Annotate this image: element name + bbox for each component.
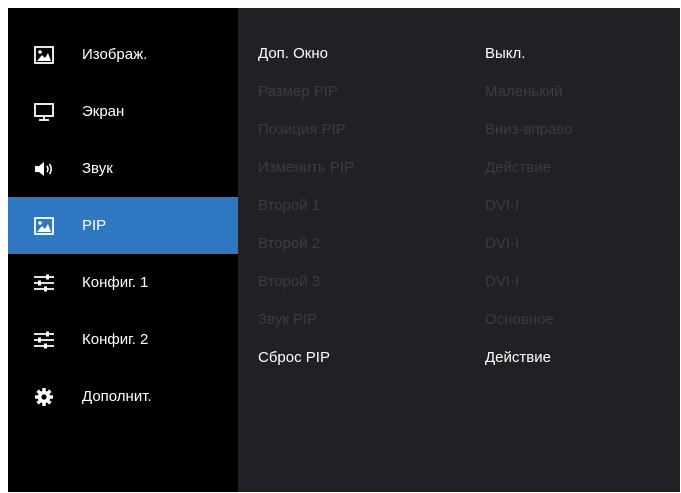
sidebar-item-sound[interactable]: Звук: [8, 140, 238, 197]
setting-row-pip-mode[interactable]: Доп. Окно Выкл.: [238, 34, 680, 72]
setting-value: Выкл.: [485, 44, 526, 62]
setting-row-pip-size: Размер PIP Маленький: [238, 72, 680, 110]
setting-row-pip-reset[interactable]: Сброс PIP Действие: [238, 338, 680, 376]
setting-row-pip-change: Изменить PIP Действие: [238, 148, 680, 186]
sidebar-item-config-2[interactable]: Конфиг. 2: [8, 311, 238, 368]
sidebar-item-label: Конфиг. 1: [82, 274, 149, 291]
setting-label: Сброс PIP: [258, 348, 330, 366]
setting-row-second-1: Второй 1 DVI-I: [238, 186, 680, 224]
sidebar: Изображ. Экран Звук PIP Конфиг. 1 Конфиг…: [8, 8, 238, 492]
settings-panel: Доп. Окно Выкл. Размер PIP Маленький Поз…: [238, 8, 680, 492]
speaker-icon: [33, 158, 55, 180]
osd-menu: Изображ. Экран Звук PIP Конфиг. 1 Конфиг…: [8, 8, 680, 492]
setting-label: Второй 1: [258, 196, 321, 214]
sidebar-item-picture[interactable]: Изображ.: [8, 26, 238, 83]
sidebar-item-screen[interactable]: Экран: [8, 83, 238, 140]
setting-value: Действие: [485, 348, 551, 366]
picture-icon: [33, 44, 55, 66]
setting-value: Основное: [485, 310, 554, 328]
sidebar-item-label: Изображ.: [82, 46, 148, 63]
sidebar-item-label: Экран: [82, 103, 125, 120]
setting-value: Действие: [485, 158, 551, 176]
setting-value: DVI-I: [485, 196, 520, 214]
setting-row-second-3: Второй 3 DVI-I: [238, 262, 680, 300]
setting-label: Изменить PIP: [258, 158, 355, 176]
sidebar-item-label: Конфиг. 2: [82, 331, 149, 348]
sliders-icon: [33, 272, 55, 294]
setting-label: Размер PIP: [258, 82, 338, 100]
setting-label: Позиция PIP: [258, 120, 346, 138]
gear-icon: [33, 386, 55, 408]
sidebar-item-config-1[interactable]: Конфиг. 1: [8, 254, 238, 311]
setting-value: DVI-I: [485, 234, 520, 252]
setting-value: Маленький: [485, 82, 563, 100]
setting-row-pip-position: Позиция PIP Вниз-вправо: [238, 110, 680, 148]
setting-label: Второй 3: [258, 272, 321, 290]
setting-row-second-2: Второй 2 DVI-I: [238, 224, 680, 262]
sidebar-item-label: Дополнит.: [82, 388, 152, 405]
setting-row-pip-sound: Звук PIP Основное: [238, 300, 680, 338]
sidebar-item-label: PIP: [82, 217, 107, 234]
setting-value: Вниз-вправо: [485, 120, 573, 138]
sidebar-item-advanced[interactable]: Дополнит.: [8, 368, 238, 425]
sidebar-item-label: Звук: [82, 160, 113, 177]
monitor-icon: [33, 101, 55, 123]
setting-label: Звук PIP: [258, 310, 318, 328]
sliders-icon: [33, 329, 55, 351]
setting-label: Доп. Окно: [258, 44, 328, 62]
setting-label: Второй 2: [258, 234, 321, 252]
sidebar-item-pip[interactable]: PIP: [8, 197, 238, 254]
setting-value: DVI-I: [485, 272, 520, 290]
picture-icon: [33, 215, 55, 237]
